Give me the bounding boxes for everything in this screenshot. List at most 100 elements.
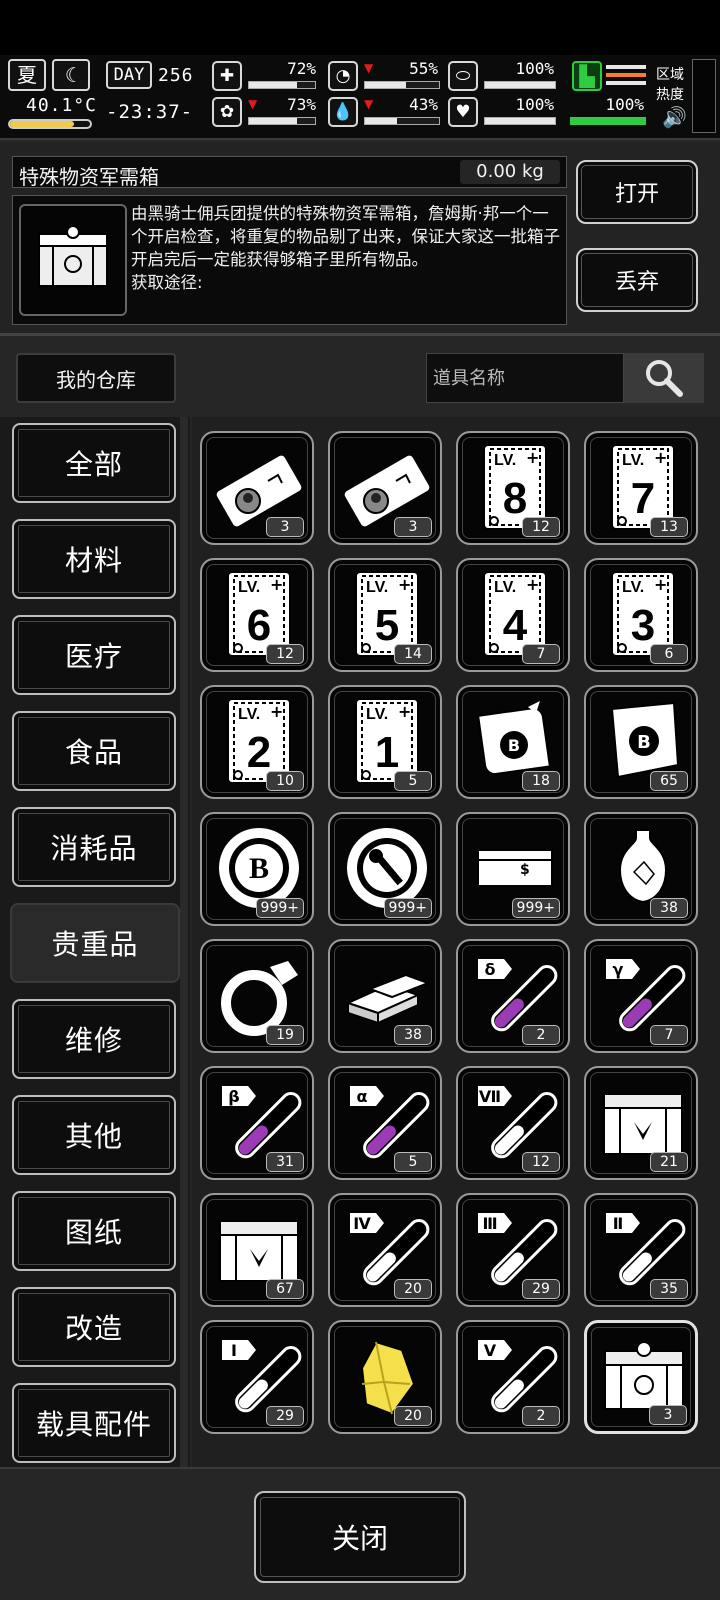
item-slot[interactable]: Ⅴ2 [456,1320,570,1434]
item-slot[interactable]: 3 [584,1320,698,1434]
item-slot[interactable]: 38 [584,812,698,926]
speaker-icon[interactable]: 🔊 [662,105,687,129]
level-number: 3 [631,601,655,650]
category-tab-10[interactable]: 载具配件 [12,1383,176,1463]
category-tab-0[interactable]: 全部 [12,423,176,503]
temperature-readout: 40.1°C [26,95,98,116]
hunger-bar [364,81,440,89]
category-tab-3[interactable]: 食品 [12,711,176,791]
item-slot[interactable]: LV. +4 7 [456,558,570,672]
mood-bar [484,117,556,125]
day-label: DAY [106,61,152,89]
item-slot[interactable]: 20 [328,1320,442,1434]
item-detail-panel: 特殊物资军需箱 0.00 kg 由黑骑士佣兵团提供的特殊物资军需箱，詹姆斯·邦一… [0,142,720,336]
category-tab-7[interactable]: 其他 [12,1095,176,1175]
category-tab-4[interactable]: 消耗品 [12,807,176,887]
svg-text:+: + [526,448,539,467]
thermometer-icon [8,119,92,129]
item-count: 38 [394,1025,432,1045]
item-description: 由黑骑士佣兵团提供的特殊物资军需箱，詹姆斯·邦一个一个开启检查，将重复的物品剔了… [131,204,560,292]
mental-bar [248,117,316,125]
tube-label: γ [613,960,624,979]
item-slot[interactable]: Ⅶ 12 [456,1066,570,1180]
level-number: 7 [631,474,655,523]
hunger-value: 55% [409,59,438,78]
level-number: 2 [247,728,271,777]
open-button[interactable]: 打开 [576,160,698,224]
item-slot[interactable]: B 999+ [200,812,314,926]
close-button[interactable]: 关闭 [254,1491,466,1583]
item-slot[interactable]: 3 [200,431,314,545]
item-slot[interactable]: LV. +1 5 [328,685,442,799]
discard-button[interactable]: 丢弃 [576,248,698,312]
item-slot[interactable]: α5 [328,1066,442,1180]
season-badge: 夏 [8,59,46,91]
moon-icon: ☾ [52,59,90,91]
item-count: 65 [650,771,688,791]
thirst-bar [364,117,440,125]
item-slot[interactable]: $999+ [456,812,570,926]
my-warehouse-button[interactable]: 我的仓库 [16,353,176,403]
svg-text:LV.: LV. [494,452,516,469]
category-tab-1[interactable]: 材料 [12,519,176,599]
tube-label: Ⅰ [231,1341,237,1360]
svg-text:+: + [270,702,283,721]
tube-label: Ⅶ [479,1087,501,1106]
category-tab-8[interactable]: 图纸 [12,1191,176,1271]
item-count: 999+ [255,898,304,918]
level-number: 8 [503,474,527,523]
item-slot[interactable]: Ⅲ 29 [456,1193,570,1307]
category-tab-6[interactable]: 维修 [12,999,176,1079]
svg-text:LV.: LV. [622,452,644,469]
item-count: 2 [522,1025,560,1045]
svg-text:+: + [398,575,411,594]
survival-hud: 夏 ☾ 40.1°C DAY 256 -23:37- ✚ 72% ✿ ▼ 73%… [0,55,720,140]
item-slot[interactable]: B 18 [456,685,570,799]
item-name: 特殊物资军需箱 [19,165,159,189]
item-slot[interactable]: 999+ [328,812,442,926]
item-slot[interactable]: LV. +2 10 [200,685,314,799]
item-slot[interactable]: LV. +3 6 [584,558,698,672]
item-slot[interactable]: LV. +7 13 [584,431,698,545]
item-slot[interactable]: LV. +5 14 [328,558,442,672]
search-box[interactable] [426,353,624,403]
category-tab-2[interactable]: 医疗 [12,615,176,695]
item-slot[interactable]: 67 [200,1193,314,1307]
item-count: 14 [394,644,432,664]
item-slot[interactable]: β 31 [200,1066,314,1180]
tube-label: β [228,1087,239,1106]
system-status-bar [0,0,720,55]
level-number: 1 [375,728,399,777]
item-slot[interactable]: 19 [200,939,314,1053]
item-slot[interactable]: γ7 [584,939,698,1053]
item-slot[interactable]: 21 [584,1066,698,1180]
level-number: 4 [503,601,528,650]
item-slot[interactable]: 38 [328,939,442,1053]
search-input[interactable] [427,354,623,402]
special-crate-icon [19,204,127,316]
svg-text:B: B [508,736,520,755]
item-slot[interactable]: Ⅳ 20 [328,1193,442,1307]
item-slot[interactable]: Ⅰ 29 [200,1320,314,1434]
svg-text:$: $ [520,862,530,878]
game-clock: -23:37- [106,101,194,123]
svg-text:B: B [637,732,651,753]
warehouse-toolbar: 我的仓库 [0,339,720,417]
item-slot[interactable]: Ⅱ 35 [584,1193,698,1307]
item-slot[interactable]: LV. +8 12 [456,431,570,545]
item-slot[interactable]: B 65 [584,685,698,799]
search-button[interactable] [624,353,704,403]
item-slot[interactable]: δ2 [456,939,570,1053]
tube-label: Ⅲ [482,1214,497,1233]
category-scrollbar[interactable] [180,417,188,1467]
item-slot[interactable]: LV. +6 12 [200,558,314,672]
item-count: 38 [650,898,688,918]
svg-text:+: + [526,575,539,594]
health-value: 72% [287,59,316,78]
partial-row-edge [202,417,706,421]
category-tab-5[interactable]: 贵重品 [10,903,180,983]
region-heat-label: 区域热度 [656,67,684,103]
item-count: 12 [266,644,304,664]
category-tab-9[interactable]: 改造 [12,1287,176,1367]
item-slot[interactable]: 3 [328,431,442,545]
